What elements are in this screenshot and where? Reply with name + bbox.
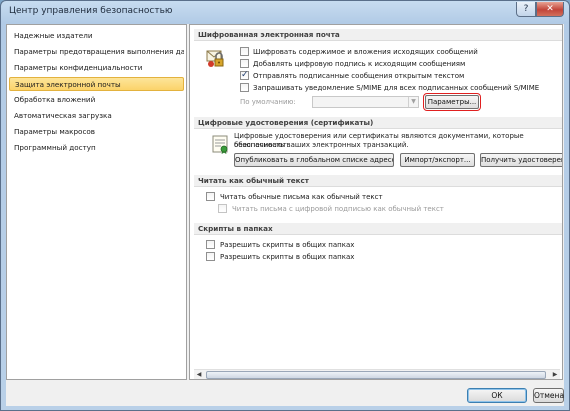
encrypt-contents-checkbox[interactable] — [240, 47, 249, 56]
encrypt-contents-label: Шифровать содержимое и вложения исходящи… — [253, 48, 478, 56]
request-smime-receipt-label: Запрашивать уведомление S/MIME для всех … — [253, 84, 540, 92]
sidebar-item-privacy-options[interactable]: Параметры конфиденциальности — [9, 61, 184, 75]
chevron-down-icon: ▼ — [408, 97, 418, 107]
allow-public-folder-scripts-label: Разрешить скрипты в общих папках — [220, 253, 355, 261]
help-button[interactable]: ? — [516, 2, 536, 17]
settings-panel: Шифрованная электронная почта Шифровать … — [189, 24, 563, 380]
close-button[interactable]: ✕ — [536, 2, 564, 17]
scroll-right-icon[interactable]: ▶ — [550, 370, 560, 379]
sidebar-nav: Надежные издатели Параметры предотвращен… — [6, 24, 187, 380]
horizontal-scrollbar[interactable]: ◀ ▶ — [194, 369, 560, 379]
import-export-button[interactable]: Импорт/экспорт... — [400, 153, 475, 167]
dialog-client-area: Надежные издатели Параметры предотвращен… — [6, 24, 564, 406]
default-setting-dropdown[interactable]: ▼ — [312, 96, 419, 108]
scrollbar-thumb[interactable] — [206, 371, 546, 379]
window-title: Центр управления безопасностью — [9, 6, 173, 16]
publish-to-gal-button[interactable]: Опубликовать в глобальном списке адресов… — [234, 153, 394, 167]
allow-shared-folder-scripts-checkbox[interactable] — [206, 240, 215, 249]
read-as-plain-text-checkbox[interactable] — [206, 192, 215, 201]
read-signed-as-plain-text-checkbox[interactable] — [218, 204, 227, 213]
scroll-left-icon[interactable]: ◀ — [194, 370, 204, 379]
trust-center-window: Центр управления безопасностью ? ✕ Надеж… — [0, 0, 570, 411]
default-setting-label: По умолчанию: — [240, 98, 296, 106]
plain-text-heading: Читать как обычный текст — [194, 175, 562, 187]
request-smime-receipt-checkbox[interactable] — [240, 83, 249, 92]
settings-button[interactable]: Параметры... — [423, 93, 481, 111]
secure-mail-lock-icon — [206, 50, 224, 67]
certificates-heading: Цифровые удостоверения (сертификаты) — [194, 117, 562, 129]
read-signed-as-plain-text-label: Читать письма с цифровой подписью как об… — [232, 205, 444, 213]
ok-button[interactable]: ОК — [467, 388, 527, 403]
allow-shared-folder-scripts-label: Разрешить скрипты в общих папках — [220, 241, 355, 249]
title-bar[interactable]: Центр управления безопасностью ? ✕ — [1, 1, 569, 23]
sidebar-item-programmatic-access[interactable]: Программный доступ — [9, 141, 184, 155]
send-cleartext-checkbox[interactable] — [240, 70, 249, 80]
certificates-description-line2: безопасность ваших электронных транзакци… — [234, 141, 409, 149]
add-signature-checkbox[interactable] — [240, 59, 249, 68]
certificate-icon — [212, 135, 228, 154]
encrypted-mail-heading: Шифрованная электронная почта — [194, 29, 562, 41]
allow-public-folder-scripts-checkbox[interactable] — [206, 252, 215, 261]
sidebar-item-email-security[interactable]: Защита электронной почты — [9, 77, 184, 91]
get-digital-id-button[interactable]: Получить удостоверение... — [480, 153, 562, 167]
sidebar-item-macro-settings[interactable]: Параметры макросов — [9, 125, 184, 139]
sidebar-item-dep-settings[interactable]: Параметры предотвращения выполнения данн… — [9, 45, 184, 59]
cancel-button[interactable]: Отмена — [533, 388, 564, 403]
sidebar-item-trusted-publishers[interactable]: Надежные издатели — [9, 29, 184, 43]
send-cleartext-label: Отправлять подписанные сообщения открыты… — [253, 72, 465, 80]
sidebar-item-attachment-handling[interactable]: Обработка вложений — [9, 93, 184, 107]
sidebar-item-automatic-download[interactable]: Автоматическая загрузка — [9, 109, 184, 123]
add-signature-label: Добавлять цифровую подпись к исходящим с… — [253, 60, 466, 68]
read-as-plain-text-label: Читать обычные письма как обычный текст — [220, 193, 383, 201]
folder-scripts-heading: Скрипты в папках — [194, 223, 562, 235]
